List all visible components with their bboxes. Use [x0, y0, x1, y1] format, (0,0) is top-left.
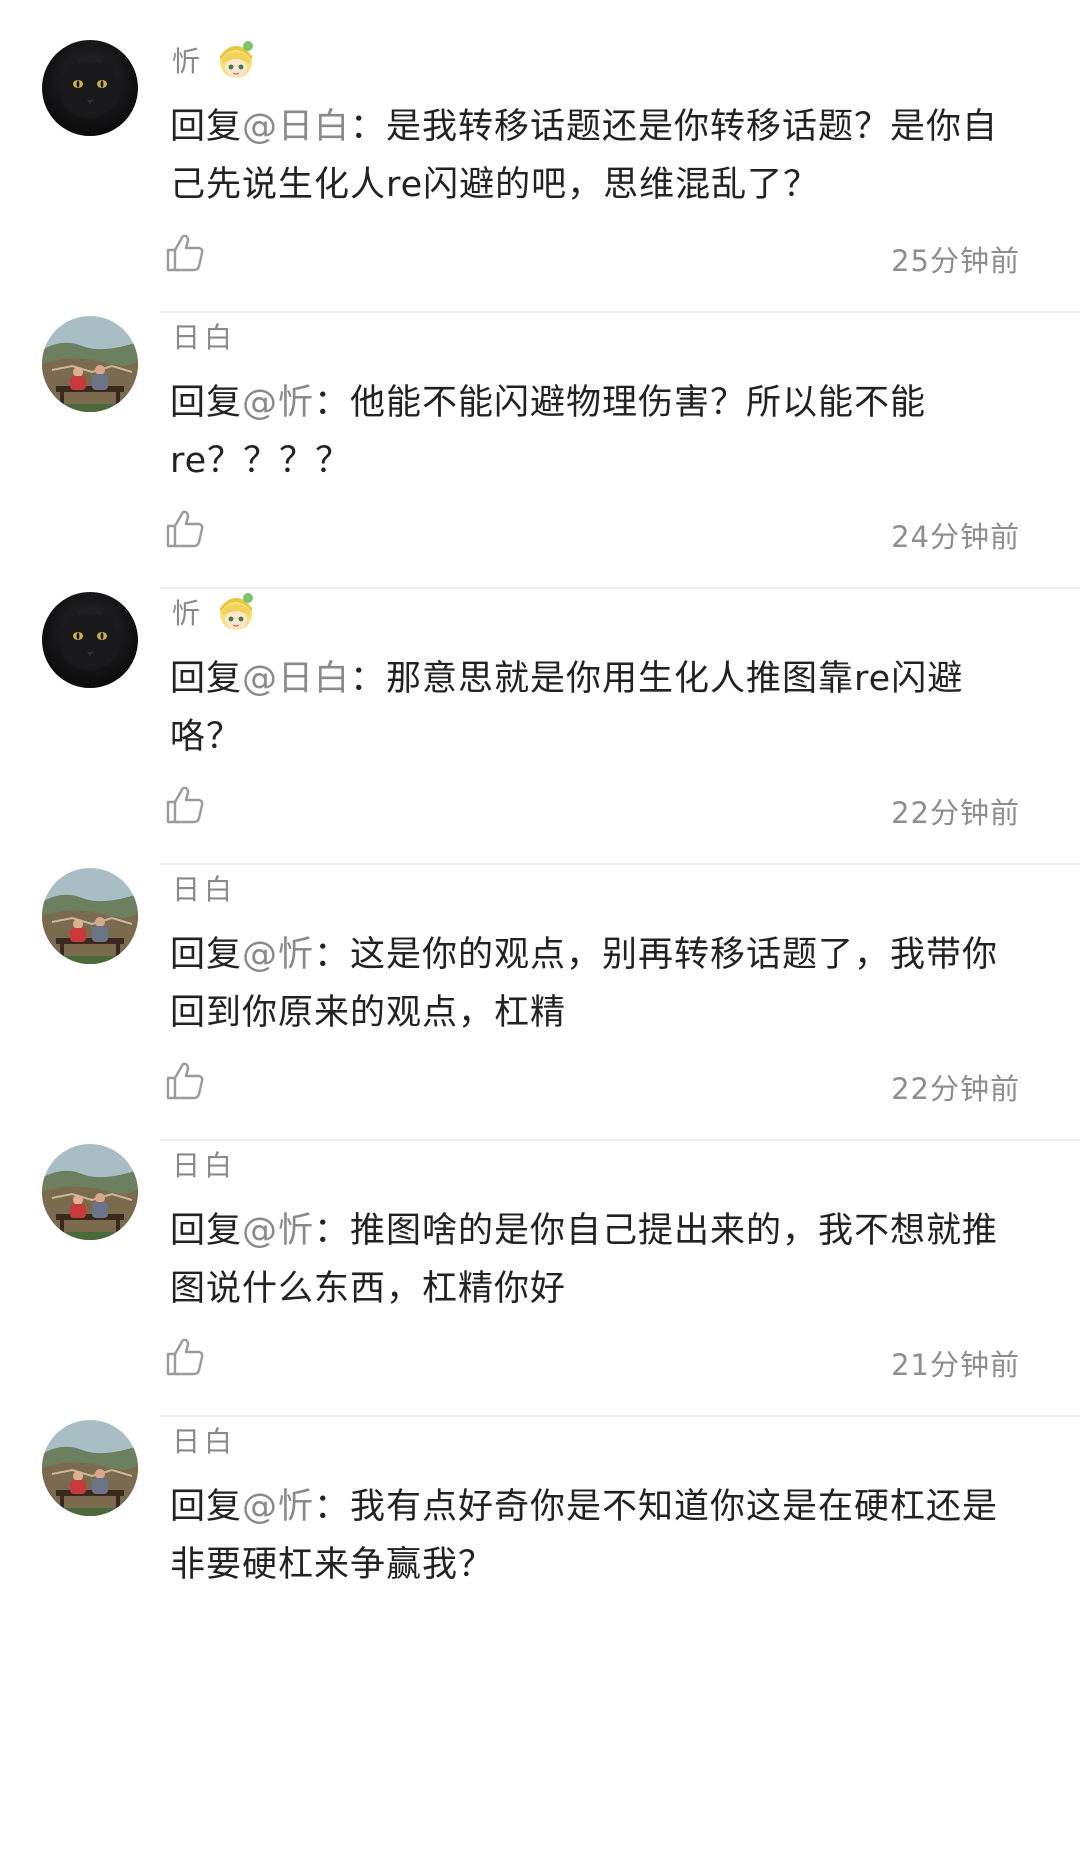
comment-content: 回复@忻：我有点好奇你是不知道你这是在硬杠还是非要硬杠来争赢我？ — [170, 1478, 1030, 1594]
separator: ： — [350, 659, 387, 699]
thumbs-up-icon — [166, 510, 204, 548]
thumbs-up-icon — [166, 1338, 204, 1376]
reply-prefix: 回复 — [170, 1487, 243, 1527]
landscape-couple-avatar[interactable] — [42, 316, 138, 412]
landscape-couple-avatar[interactable] — [42, 868, 138, 964]
comment-content: 回复@忻：推图啥的是你自己提出来的，我不想就推图说什么东西，杠精你好 — [170, 1202, 1030, 1318]
mention-link[interactable]: @忻 — [242, 1211, 314, 1251]
user-row: 日白 — [172, 1142, 236, 1186]
user-row: 忻 — [172, 38, 258, 82]
username[interactable]: 日白 — [172, 316, 236, 356]
user-row: 日白 — [172, 866, 236, 910]
black-cat-avatar[interactable] — [42, 592, 138, 688]
username[interactable]: 日白 — [172, 1144, 236, 1184]
separator: ： — [314, 935, 351, 975]
comment-content: 回复@日白：那意思就是你用生化人推图靠re闪避咯？ — [170, 650, 1030, 766]
username[interactable]: 日白 — [172, 868, 236, 908]
timestamp: 22分钟前 — [891, 1072, 1020, 1106]
like-button[interactable] — [164, 1336, 208, 1380]
user-row: 日白 — [172, 1418, 236, 1462]
cartoon-girl-badge-icon — [220, 41, 254, 78]
username[interactable]: 日白 — [172, 1420, 236, 1460]
user-row: 日白 — [172, 314, 236, 358]
separator: ： — [314, 383, 351, 423]
separator: ： — [314, 1211, 351, 1251]
like-button[interactable] — [164, 1060, 208, 1104]
reply-prefix: 回复 — [170, 935, 243, 975]
thumbs-up-icon — [166, 786, 204, 824]
timestamp: 21分钟前 — [891, 1348, 1020, 1382]
reply-prefix: 回复 — [170, 1211, 243, 1251]
comment-content: 回复@忻：他能不能闪避物理伤害？所以能不能re？？？？ — [170, 374, 1030, 490]
reply-prefix: 回复 — [170, 659, 243, 699]
comment-content: 回复@忻：这是你的观点，别再转移话题了，我带你回到你原来的观点，杠精 — [170, 926, 1030, 1042]
like-button[interactable] — [164, 784, 208, 828]
comment-thread: 忻 回复@日白：是我转移话题还是你转移话题？是你自己先说生化人re闪避的吧，思维… — [0, 0, 1080, 1870]
like-button[interactable] — [164, 508, 208, 552]
timestamp: 22分钟前 — [891, 796, 1020, 830]
username[interactable]: 忻 — [172, 592, 204, 632]
comment-item: 日白 回复@忻：我有点好奇你是不知道你这是在硬杠还是非要硬杠来争赢我？ — [0, 1380, 1080, 1705]
landscape-couple-avatar[interactable] — [42, 1144, 138, 1240]
reply-prefix: 回复 — [170, 107, 243, 147]
username[interactable]: 忻 — [172, 40, 204, 80]
landscape-couple-avatar[interactable] — [42, 1420, 138, 1516]
black-cat-avatar[interactable] — [42, 40, 138, 136]
timestamp: 24分钟前 — [891, 520, 1020, 554]
thumbs-up-icon — [166, 1062, 204, 1100]
thumbs-up-icon — [166, 234, 204, 272]
reply-prefix: 回复 — [170, 383, 243, 423]
user-row: 忻 — [172, 590, 258, 634]
like-button[interactable] — [164, 232, 208, 276]
mention-link[interactable]: @忻 — [242, 383, 314, 423]
mention-link[interactable]: @日白 — [242, 107, 350, 147]
mention-link[interactable]: @日白 — [242, 659, 350, 699]
cartoon-girl-badge-icon — [220, 593, 254, 630]
separator: ： — [314, 1487, 351, 1527]
mention-link[interactable]: @忻 — [242, 935, 314, 975]
timestamp: 25分钟前 — [891, 244, 1020, 278]
separator: ： — [350, 107, 387, 147]
mention-link[interactable]: @忻 — [242, 1487, 314, 1527]
comment-content: 回复@日白：是我转移话题还是你转移话题？是你自己先说生化人re闪避的吧，思维混乱… — [170, 98, 1030, 214]
